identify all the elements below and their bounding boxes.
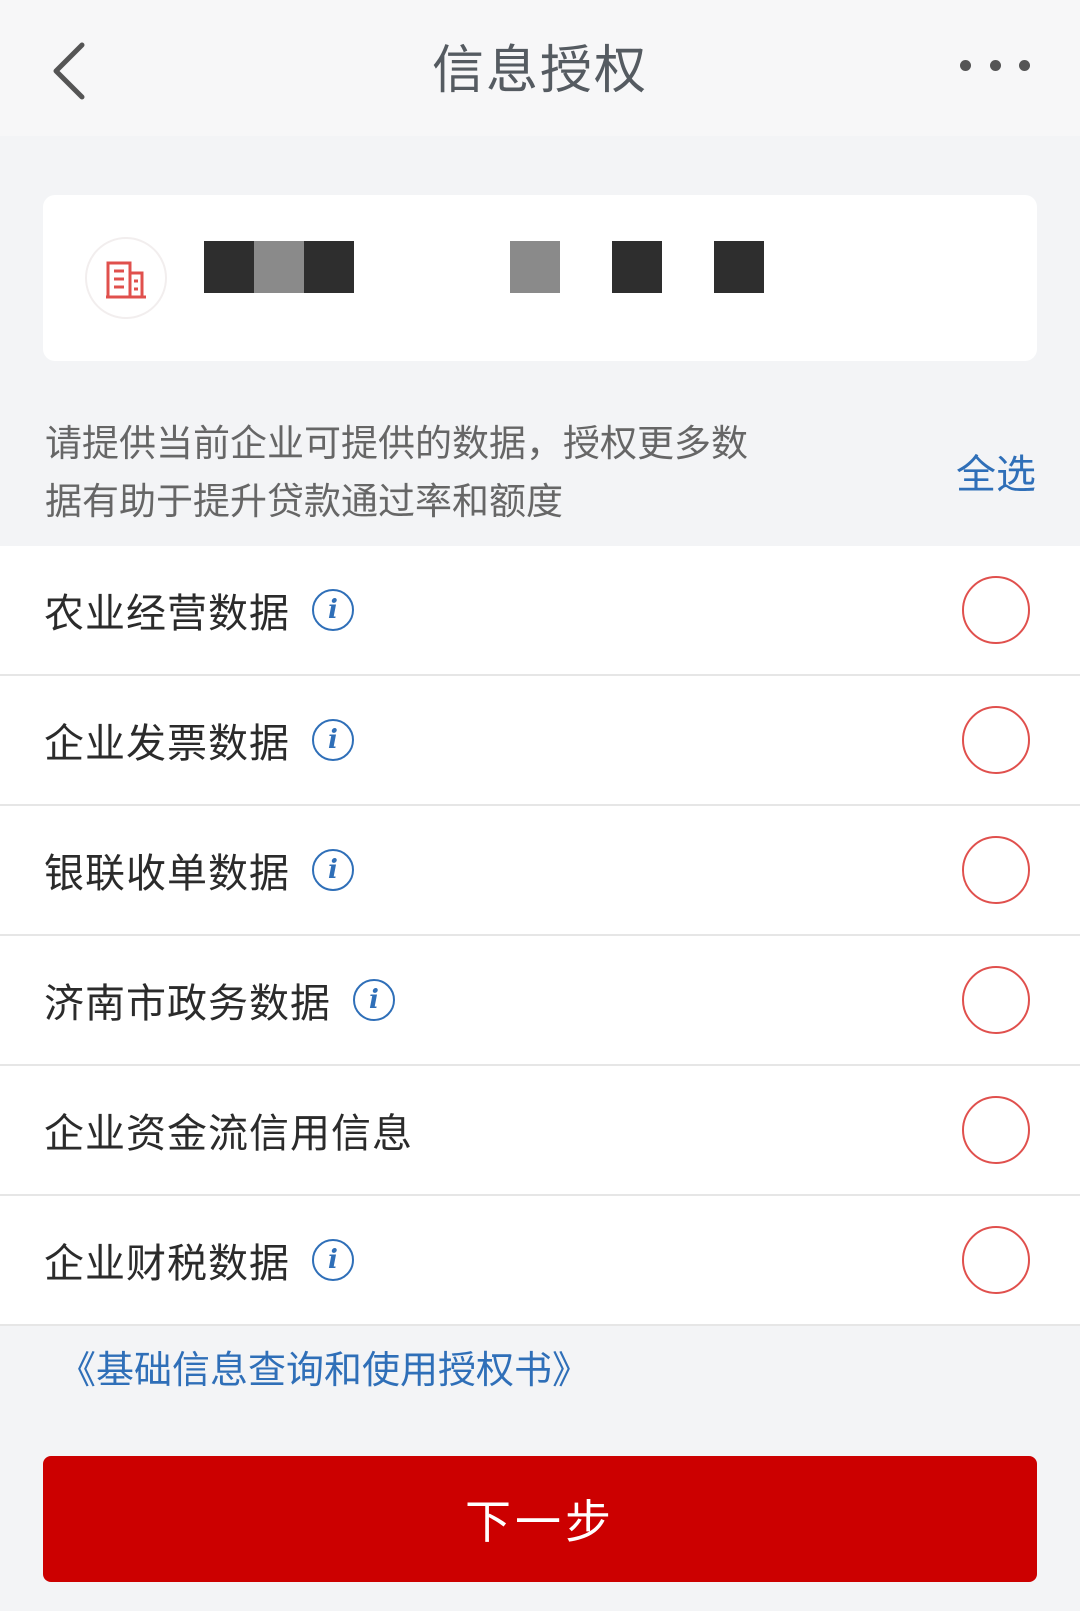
radio-button[interactable] [962,966,1030,1034]
list-item[interactable]: 济南市政务数据 i [0,936,1080,1066]
list-item[interactable]: 企业资金流信用信息 [0,1066,1080,1196]
more-options-button[interactable] [960,50,1030,80]
masked-company-name [254,241,304,293]
item-label: 企业发票数据 [44,721,290,767]
info-icon[interactable]: i [353,979,395,1021]
list-item[interactable]: 银联收单数据 i [0,806,1080,936]
hint-line: 据有助于提升贷款通过率和额度 [45,480,563,523]
more-dot-icon [1019,59,1030,71]
radio-button[interactable] [962,836,1030,904]
item-label: 企业财税数据 [44,1241,290,1287]
list-item[interactable]: 企业发票数据 i [0,676,1080,806]
page-title: 信息授权 [431,41,648,101]
masked-company-name [510,241,560,293]
hint-text: 请提供当前企业可提供的数据，授权更多数 据有助于提升贷款通过率和额度 [45,415,825,531]
radio-button[interactable] [962,706,1030,774]
info-icon[interactable]: i [312,1239,354,1281]
next-step-button[interactable]: 下一步 [43,1456,1037,1582]
radio-button[interactable] [962,1096,1030,1164]
hint-line: 请提供当前企业可提供的数据，授权更多数 [45,422,748,465]
info-icon[interactable]: i [312,589,354,631]
agreement-link[interactable]: 《基础信息查询和使用授权书》 [58,1343,590,1397]
more-dot-icon [989,59,1001,71]
item-label: 银联收单数据 [44,851,290,897]
radio-button[interactable] [962,1226,1030,1294]
item-label: 济南市政务数据 [44,981,331,1027]
list-item[interactable]: 农业经营数据 i [0,546,1080,676]
masked-company-name [304,241,354,293]
masked-company-name [204,241,254,293]
list-item[interactable]: 企业财税数据 i [0,1196,1080,1326]
item-label: 农业经营数据 [44,591,290,637]
masked-company-name [612,241,662,293]
info-icon[interactable]: i [312,719,354,761]
info-icon[interactable]: i [312,849,354,891]
company-card [43,195,1037,361]
building-icon [106,261,146,299]
item-label: 企业资金流信用信息 [44,1111,413,1157]
select-all-link[interactable]: 全选 [956,448,1036,502]
more-dot-icon [960,59,971,71]
masked-company-name [714,241,764,293]
nav-bar: 信息授权 [0,0,1080,136]
company-logo [85,237,167,319]
data-authorization-list: 农业经营数据 i 企业发票数据 i 银联收单数据 i 济南市政务数据 i 企业资… [0,546,1080,1326]
radio-button[interactable] [962,576,1030,644]
